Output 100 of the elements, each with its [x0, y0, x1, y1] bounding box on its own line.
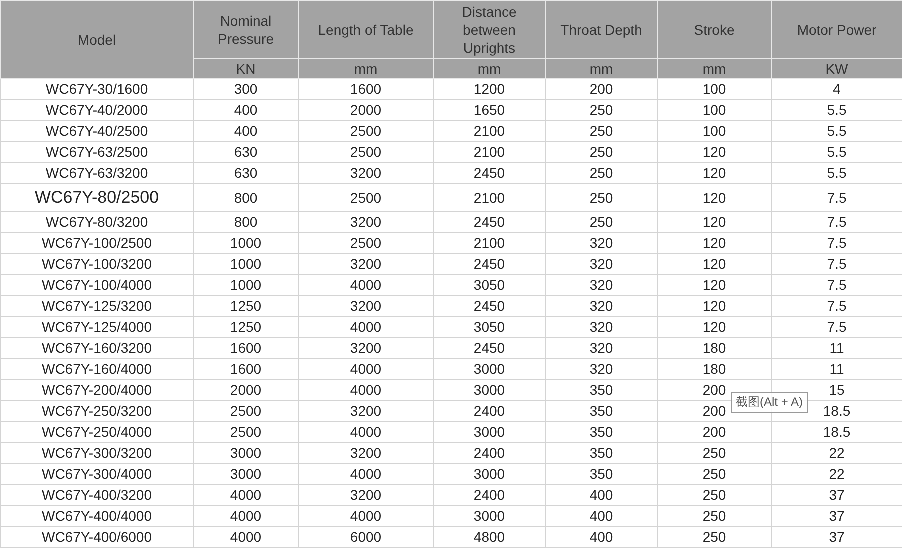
- table-cell: WC67Y-40/2000: [0, 100, 194, 120]
- table-cell: 300: [194, 78, 298, 100]
- table-cell: 250: [546, 100, 658, 120]
- table-cell: WC67Y-250/3200: [0, 400, 194, 422]
- table-cell: 3050: [434, 274, 546, 296]
- table-cell: 400: [546, 484, 658, 506]
- table-cell: WC67Y-100/3200: [0, 254, 194, 274]
- table-cell: 1650: [434, 100, 546, 120]
- table-cell: 250: [546, 212, 658, 232]
- table-cell: 1000: [194, 254, 298, 274]
- table-cell: 1250: [194, 316, 298, 338]
- table-cell: 800: [194, 184, 298, 212]
- table-cell: WC67Y-300/4000: [0, 464, 194, 484]
- column-header: Nominal Pressure: [194, 0, 298, 58]
- table-cell: 2500: [298, 142, 434, 162]
- table-cell: 3200: [298, 162, 434, 184]
- table-cell: 2500: [194, 400, 298, 422]
- table-cell: 2100: [434, 184, 546, 212]
- table-cell: 2450: [434, 212, 546, 232]
- table-cell: 2450: [434, 162, 546, 184]
- table-cell: 1600: [194, 338, 298, 358]
- table-cell: 120: [658, 254, 772, 274]
- table-cell: 3000: [434, 464, 546, 484]
- table-cell: 320: [546, 254, 658, 274]
- table-cell: 350: [546, 422, 658, 442]
- table-cell: 3200: [298, 484, 434, 506]
- table-cell: WC67Y-100/2500: [0, 232, 194, 254]
- table-cell: 630: [194, 162, 298, 184]
- table-cell: WC67Y-63/2500: [0, 142, 194, 162]
- table-cell: 250: [658, 484, 772, 506]
- table-cell: WC67Y-80/3200: [0, 212, 194, 232]
- table-cell: WC67Y-125/4000: [0, 316, 194, 338]
- table-cell: 400: [194, 120, 298, 142]
- table-cell: WC67Y-200/4000: [0, 380, 194, 400]
- table-cell: 4000: [298, 422, 434, 442]
- table-cell: 250: [546, 162, 658, 184]
- table-cell: 180: [658, 338, 772, 358]
- table-cell: WC67Y-80/2500: [0, 184, 194, 212]
- unit-header: mm: [434, 58, 546, 78]
- table-cell: 120: [658, 316, 772, 338]
- table-cell: WC67Y-63/3200: [0, 162, 194, 184]
- table-cell: 4000: [194, 526, 298, 548]
- table-cell: WC67Y-300/3200: [0, 442, 194, 464]
- table-cell: 350: [546, 400, 658, 422]
- table-cell: 2400: [434, 484, 546, 506]
- table-cell: WC67Y-160/3200: [0, 338, 194, 358]
- table-cell: WC67Y-125/3200: [0, 296, 194, 316]
- table-cell: 4000: [194, 484, 298, 506]
- table-cell: 2100: [434, 142, 546, 162]
- table-cell: 3200: [298, 442, 434, 464]
- table-cell: 3000: [194, 442, 298, 464]
- table-cell: 320: [546, 338, 658, 358]
- table-cell: 1600: [298, 78, 434, 100]
- table-cell: 4000: [298, 358, 434, 380]
- table-cell: 320: [546, 358, 658, 380]
- table-cell: 4000: [298, 464, 434, 484]
- table-cell: 3000: [434, 506, 546, 526]
- table-cell: WC67Y-400/4000: [0, 506, 194, 526]
- table-cell: 4000: [298, 506, 434, 526]
- table-cell: 2450: [434, 254, 546, 274]
- table-cell: 3200: [298, 212, 434, 232]
- table-cell: 3000: [434, 358, 546, 380]
- unit-header: KN: [194, 58, 298, 78]
- column-header: Length of Table: [298, 0, 434, 58]
- table-cell: 3200: [298, 400, 434, 422]
- table-cell: 400: [194, 100, 298, 120]
- table-cell: 4800: [434, 526, 546, 548]
- table-cell: 250: [658, 526, 772, 548]
- unit-header: mm: [546, 58, 658, 78]
- table-cell: 3050: [434, 316, 546, 338]
- table-cell: 2500: [194, 422, 298, 442]
- table-cell: 400: [546, 506, 658, 526]
- table-cell: 2100: [434, 120, 546, 142]
- table-cell: 320: [546, 232, 658, 254]
- table-cell: 120: [658, 142, 772, 162]
- table-cell: 180: [658, 358, 772, 380]
- table-cell: 120: [658, 162, 772, 184]
- column-header: Throat Depth: [546, 0, 658, 58]
- table-cell: 350: [546, 442, 658, 464]
- table-cell: 2450: [434, 338, 546, 358]
- column-header: Model: [0, 0, 194, 78]
- table-cell: 100: [658, 120, 772, 142]
- table-cell: WC67Y-400/3200: [0, 484, 194, 506]
- table-cell: 400: [546, 526, 658, 548]
- table-cell: 2450: [434, 296, 546, 316]
- table-cell: 200: [658, 422, 772, 442]
- table-cell: 3200: [298, 254, 434, 274]
- table-cell: 800: [194, 212, 298, 232]
- column-header: Stroke: [658, 0, 772, 58]
- table-cell: WC67Y-250/4000: [0, 422, 194, 442]
- table-cell: 2100: [434, 232, 546, 254]
- table-cell: 6000: [298, 526, 434, 548]
- table-cell: 2500: [298, 120, 434, 142]
- table-cell: 120: [658, 184, 772, 212]
- table-cell: 1600: [194, 358, 298, 380]
- unit-header: KW: [772, 58, 902, 78]
- table-cell: 2400: [434, 400, 546, 422]
- table-cell: 350: [546, 464, 658, 484]
- table-cell: 3000: [434, 380, 546, 400]
- table-cell: 320: [546, 274, 658, 296]
